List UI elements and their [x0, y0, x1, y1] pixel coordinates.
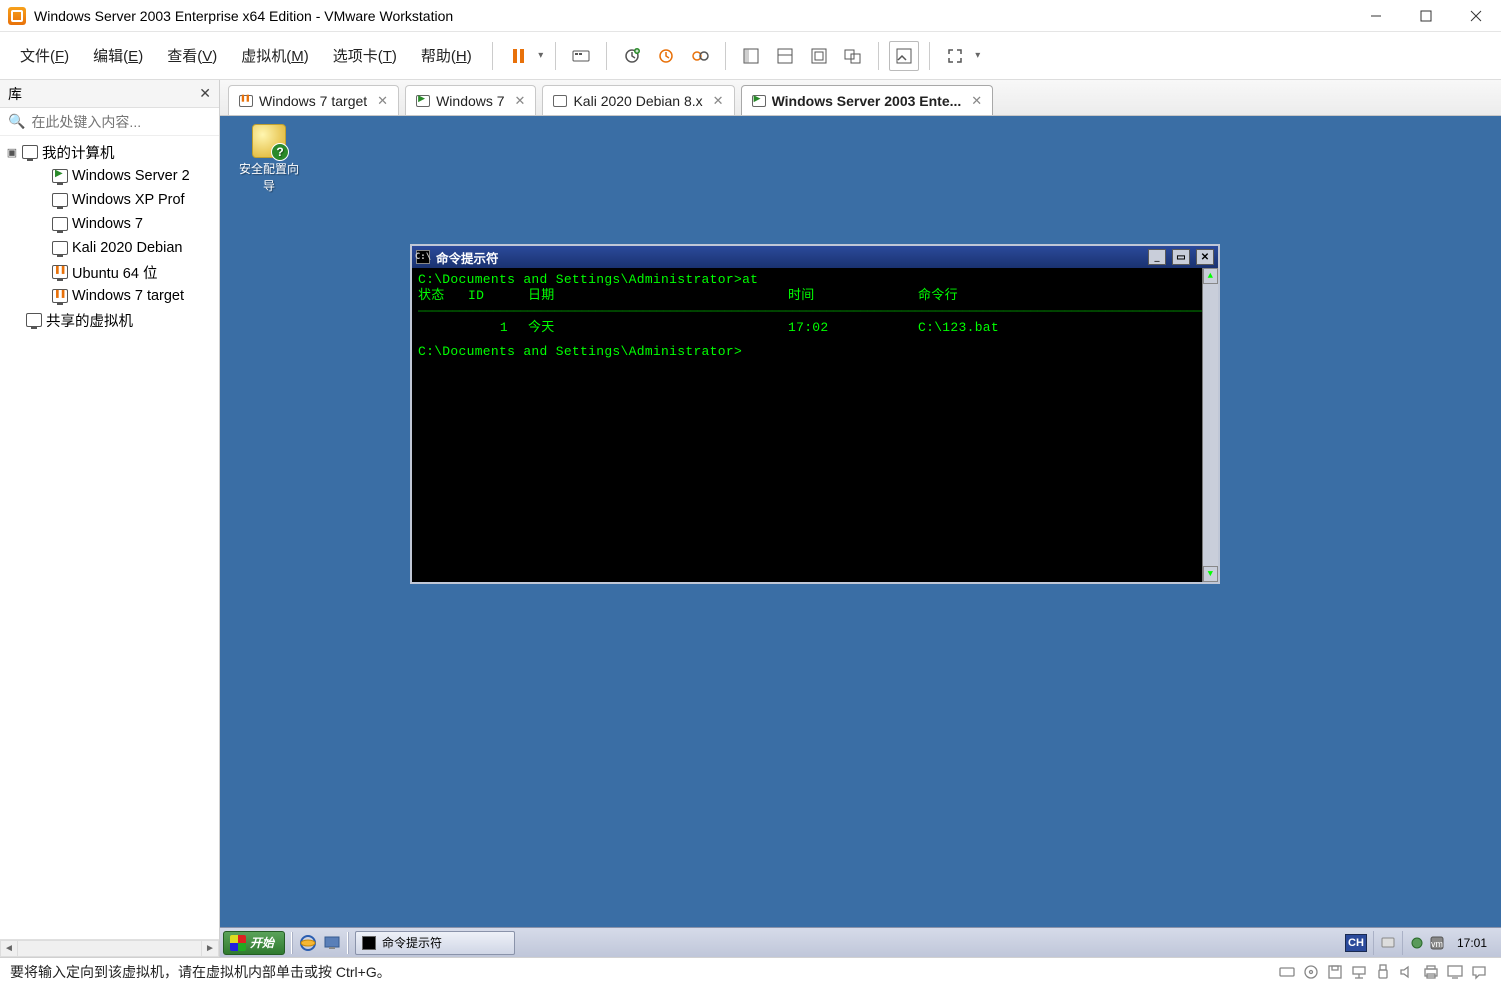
tree-item[interactable]: Windows XP Prof	[0, 188, 219, 212]
cmd-maximize-button[interactable]: ▭	[1172, 249, 1190, 265]
guest-taskbar: 开始 命令提示符 CH vm 17:01	[220, 927, 1501, 957]
device-sound-icon[interactable]	[1398, 963, 1416, 981]
vm-icon	[52, 217, 68, 231]
fullscreen-dropdown[interactable]	[974, 50, 982, 61]
start-button[interactable]: 开始	[223, 931, 285, 955]
cmd-close-button[interactable]: ✕	[1196, 249, 1214, 265]
taskbar-task-cmd[interactable]: 命令提示符	[355, 931, 515, 955]
vmware-status-bar: 要将输入定向到该虚拟机，请在虚拟机内部单击或按 Ctrl+G。	[0, 957, 1501, 985]
vm-tab[interactable]: Windows 7 target ✕	[228, 85, 399, 115]
tray-network-icon[interactable]	[1409, 935, 1425, 951]
cmd-window[interactable]: C:\ 命令提示符 _ ▭ ✕ C:\Documents and Setting…	[410, 244, 1220, 584]
cmd-minimize-button[interactable]: _	[1148, 249, 1166, 265]
device-hdd-icon[interactable]	[1278, 963, 1296, 981]
vm-running-icon	[52, 169, 68, 183]
cmd-vscrollbar[interactable]: ▲▼	[1202, 268, 1218, 582]
snapshot-manage-button[interactable]	[685, 41, 715, 71]
tab-close-icon[interactable]: ✕	[515, 93, 526, 109]
view-single-button[interactable]	[736, 41, 766, 71]
vm-running-icon	[752, 95, 766, 107]
device-cd-icon[interactable]	[1302, 963, 1320, 981]
system-tray	[1373, 931, 1402, 955]
enter-unity-button[interactable]	[889, 41, 919, 71]
tree-item[interactable]: Windows 7	[0, 212, 219, 236]
menu-view[interactable]: 查看(V)	[157, 41, 227, 70]
quicklaunch-ie-icon[interactable]	[298, 933, 318, 953]
vm-paused-icon	[52, 289, 68, 303]
cmd-titlebar[interactable]: C:\ 命令提示符 _ ▭ ✕	[412, 246, 1218, 268]
device-usb-icon[interactable]	[1374, 963, 1392, 981]
library-title: 库	[8, 84, 22, 104]
language-indicator[interactable]: CH	[1345, 934, 1367, 952]
wizard-icon	[252, 124, 286, 158]
device-network-icon[interactable]	[1350, 963, 1368, 981]
send-ctrl-alt-del-button[interactable]	[566, 41, 596, 71]
tab-close-icon[interactable]: ✕	[377, 93, 388, 109]
vm-icon	[52, 241, 68, 255]
vm-paused-icon	[52, 265, 68, 279]
tree-item[interactable]: Windows Server 2	[0, 164, 219, 188]
menu-tabs[interactable]: 选项卡(T)	[323, 41, 407, 70]
fullscreen-button[interactable]	[940, 41, 970, 71]
cmd-icon: C:\	[416, 250, 430, 264]
tree-item[interactable]: Kali 2020 Debian	[0, 236, 219, 260]
tray-icon[interactable]	[1380, 935, 1396, 951]
maximize-button[interactable]	[1401, 0, 1451, 32]
menu-vm[interactable]: 虚拟机(M)	[231, 41, 319, 70]
tree-root-mycomputer[interactable]: ▣ 我的计算机	[0, 140, 219, 164]
tree-shared-vms[interactable]: 共享的虚拟机	[0, 308, 219, 332]
cmd-icon	[362, 936, 376, 950]
vm-icon	[553, 95, 567, 107]
svg-text:vm: vm	[1431, 939, 1443, 949]
cmd-body[interactable]: C:\Documents and Settings\Administrator>…	[412, 268, 1218, 582]
library-sidebar: 库 ✕ 🔍 ▼ ▣ 我的计算机 Windows Server 2 Windows…	[0, 80, 220, 957]
library-search-input[interactable]	[31, 114, 212, 130]
vm-running-icon	[416, 95, 430, 107]
computer-icon	[26, 313, 42, 327]
power-dropdown[interactable]	[537, 50, 545, 61]
window-title: Windows Server 2003 Enterprise x64 Editi…	[34, 8, 453, 24]
vm-tabs: Windows 7 target ✕ Windows 7 ✕ Kali 2020…	[220, 80, 1501, 116]
view-console-button[interactable]	[770, 41, 800, 71]
guest-desktop[interactable]: 安全配置向导 C:\ 命令提示符 _ ▭ ✕ C:\Documents and …	[220, 116, 1501, 957]
device-display-icon[interactable]	[1446, 963, 1464, 981]
windows-flag-icon	[230, 935, 246, 951]
library-close-button[interactable]: ✕	[199, 85, 211, 102]
status-message-icon[interactable]	[1470, 963, 1488, 981]
vmware-app-icon	[8, 7, 26, 25]
view-fit-button[interactable]	[804, 41, 834, 71]
library-tree: ▣ 我的计算机 Windows Server 2 Windows XP Prof…	[0, 136, 219, 939]
close-button[interactable]	[1451, 0, 1501, 32]
tray-vmtools-icon[interactable]: vm	[1429, 935, 1445, 951]
pause-vm-button[interactable]	[503, 41, 533, 71]
taskbar-clock[interactable]: 17:01	[1449, 936, 1495, 950]
search-icon: 🔍	[8, 113, 25, 130]
tree-item[interactable]: Windows 7 target	[0, 284, 219, 308]
tab-close-icon[interactable]: ✕	[971, 93, 982, 109]
menu-help[interactable]: 帮助(H)	[411, 41, 482, 70]
menu-file[interactable]: 文件(F)	[10, 41, 79, 70]
tab-close-icon[interactable]: ✕	[713, 93, 724, 109]
host-window-titlebar: Windows Server 2003 Enterprise x64 Editi…	[0, 0, 1501, 32]
vm-icon	[52, 193, 68, 207]
minimize-button[interactable]	[1351, 0, 1401, 32]
snapshot-revert-button[interactable]	[651, 41, 681, 71]
vm-tab[interactable]: Kali 2020 Debian 8.x ✕	[542, 85, 734, 115]
vm-paused-icon	[239, 95, 253, 107]
quicklaunch-desktop-icon[interactable]	[322, 933, 342, 953]
snapshot-take-button[interactable]	[617, 41, 647, 71]
device-floppy-icon[interactable]	[1326, 963, 1344, 981]
device-printer-icon[interactable]	[1422, 963, 1440, 981]
status-message: 要将输入定向到该虚拟机，请在虚拟机内部单击或按 Ctrl+G。	[10, 962, 391, 982]
computer-icon	[22, 145, 38, 159]
library-search[interactable]: 🔍 ▼	[0, 108, 219, 136]
vm-tab[interactable]: Windows 7 ✕	[405, 85, 536, 115]
vmware-menubar: 文件(F) 编辑(E) 查看(V) 虚拟机(M) 选项卡(T) 帮助(H)	[0, 32, 1501, 80]
desktop-icon-security-wizard[interactable]: 安全配置向导	[234, 124, 304, 194]
menu-edit[interactable]: 编辑(E)	[83, 41, 153, 70]
tree-item[interactable]: Ubuntu 64 位	[0, 260, 219, 284]
view-multimonitor-button[interactable]	[838, 41, 868, 71]
library-hscrollbar[interactable]: ◄►	[0, 939, 219, 957]
vm-tab-active[interactable]: Windows Server 2003 Ente... ✕	[741, 85, 994, 115]
